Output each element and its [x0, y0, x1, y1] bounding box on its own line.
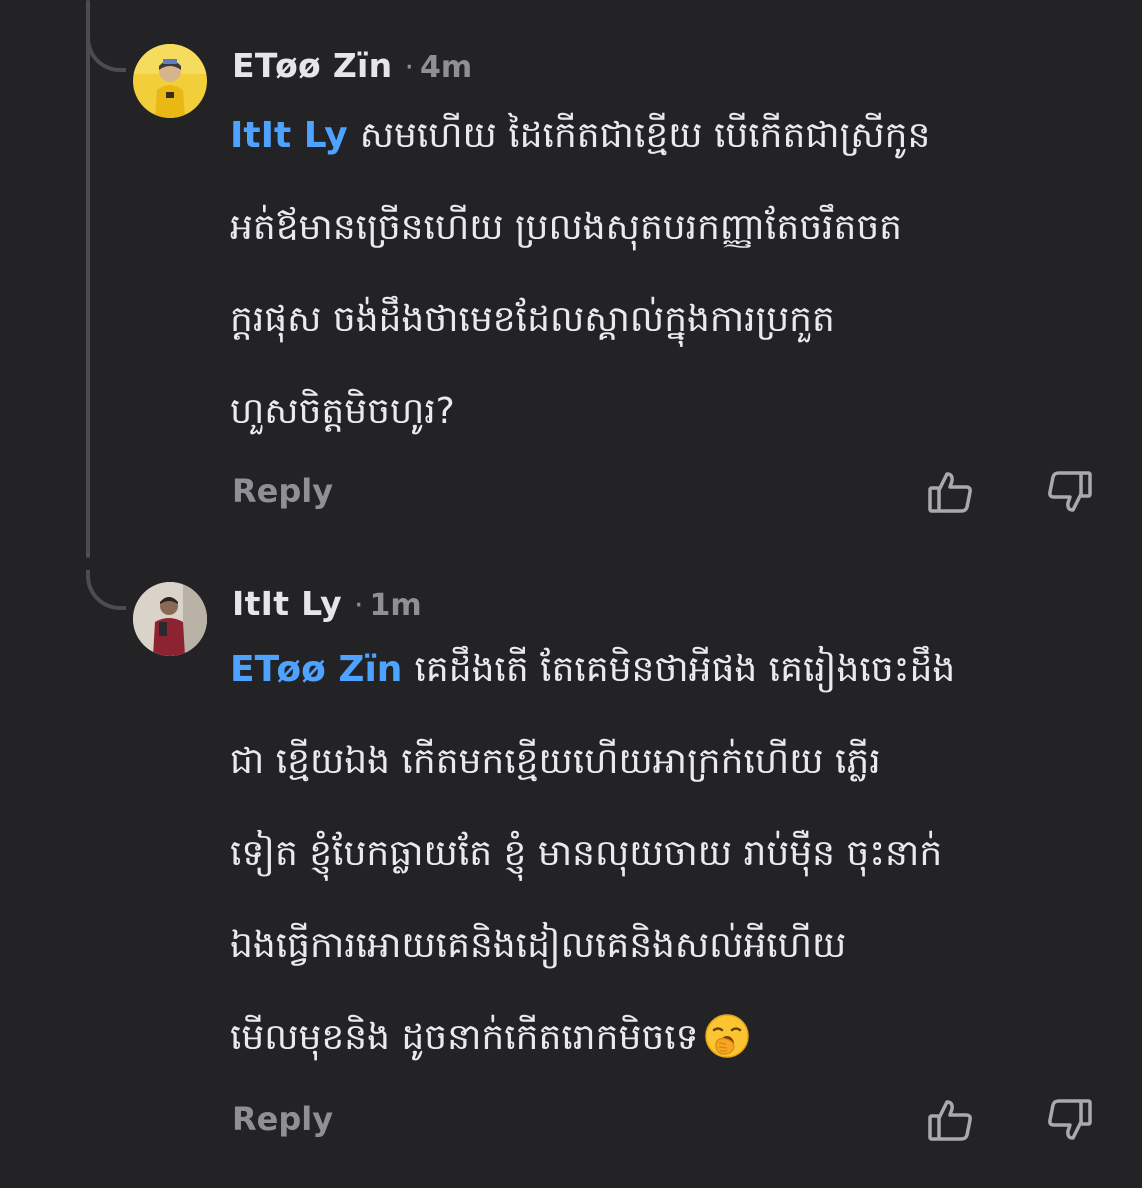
comment-header: ItIt Ly · 1m [232, 584, 422, 628]
author-name[interactable]: ItIt Ly [232, 584, 342, 623]
reply-button[interactable]: Reply [232, 1100, 333, 1138]
reply-button[interactable]: Reply [232, 472, 333, 510]
comment-actions: Reply [0, 1090, 1142, 1150]
comment-text: សមហើយ ដៃកើតជាខ្មើយ បើកើតជាស្រីកូន [359, 115, 931, 156]
thread-connector [86, 32, 126, 72]
comment-actions: Reply [0, 462, 1142, 522]
author-name[interactable]: ETøø Zïn [232, 46, 392, 85]
timestamp: 4m [420, 50, 473, 85]
comments-thread: ETøø Zïn · 4m ItIt Ly សមហើយ ដៃកើតជាខ្មើយ … [0, 0, 1142, 1188]
comment-text: ជា ខ្មើយឯង កើតមកខ្មើយហើយអាក្រក់ហើយ ភ្លើរ [230, 741, 881, 782]
comment-text: អត់ឪមានច្រើនហើយ ប្រលងសុតបរកញ្ញាតែចរឹតចត [230, 207, 903, 248]
comment-body: ItIt Ly សមហើយ ដៃកើតជាខ្មើយ បើកើតជាស្រីកូន… [230, 90, 1110, 458]
comment-line: មើលមុខនិង ដូចនាក់កើតរោកមិចទេ [230, 992, 1110, 1084]
comment-text: មើលមុខនិង ដូចនាក់កើតរោកមិចទេ [230, 1017, 699, 1058]
thumbs-up-icon[interactable] [926, 468, 974, 516]
avatar[interactable] [133, 44, 207, 118]
comment-line: ETøø Zïn គេដឹងតើ តែគេមិនថាអីផង គេរៀងចេះដឹ… [230, 624, 1110, 716]
yawning-face-emoji-icon [704, 1002, 750, 1058]
comment-text: ក្តរផុស ចង់ដឹងថាមេខដែលស្គាល់ក្នុងការប្រក… [230, 299, 835, 340]
avatar[interactable] [133, 582, 207, 656]
separator-dot: · [404, 50, 415, 85]
mention-link[interactable]: ItIt Ly [230, 115, 348, 156]
thumbs-up-icon[interactable] [926, 1096, 974, 1144]
comment-text: គេដឹងតើ តែគេមិនថាអីផង គេរៀងចេះដឹង [414, 649, 956, 690]
comment-line: ItIt Ly សមហើយ ដៃកើតជាខ្មើយ បើកើតជាស្រីកូន [230, 90, 1110, 182]
comment-header: ETøø Zïn · 4m [232, 46, 472, 90]
comment-text: ទៀត ខ្ញុំបែកធ្លាយតែ ខ្ញុំ មានលុយចាយ រាប់… [230, 833, 943, 874]
timestamp: 1m [369, 588, 422, 623]
comment-text: ហួសចិត្តមិចហូរ? [230, 391, 455, 432]
thumbs-down-icon[interactable] [1046, 468, 1094, 516]
mention-link[interactable]: ETøø Zïn [230, 649, 402, 690]
thumbs-down-icon[interactable] [1046, 1096, 1094, 1144]
comment-text: ឯងធ្វើការអោយគេនិងដៀលគេនិងសល់អីហើយ [230, 925, 847, 966]
thread-connector [86, 570, 126, 610]
separator-dot: · [354, 588, 364, 623]
comment-body: ETøø Zïn គេដឹងតើ តែគេមិនថាអីផង គេរៀងចេះដឹ… [230, 624, 1110, 1084]
